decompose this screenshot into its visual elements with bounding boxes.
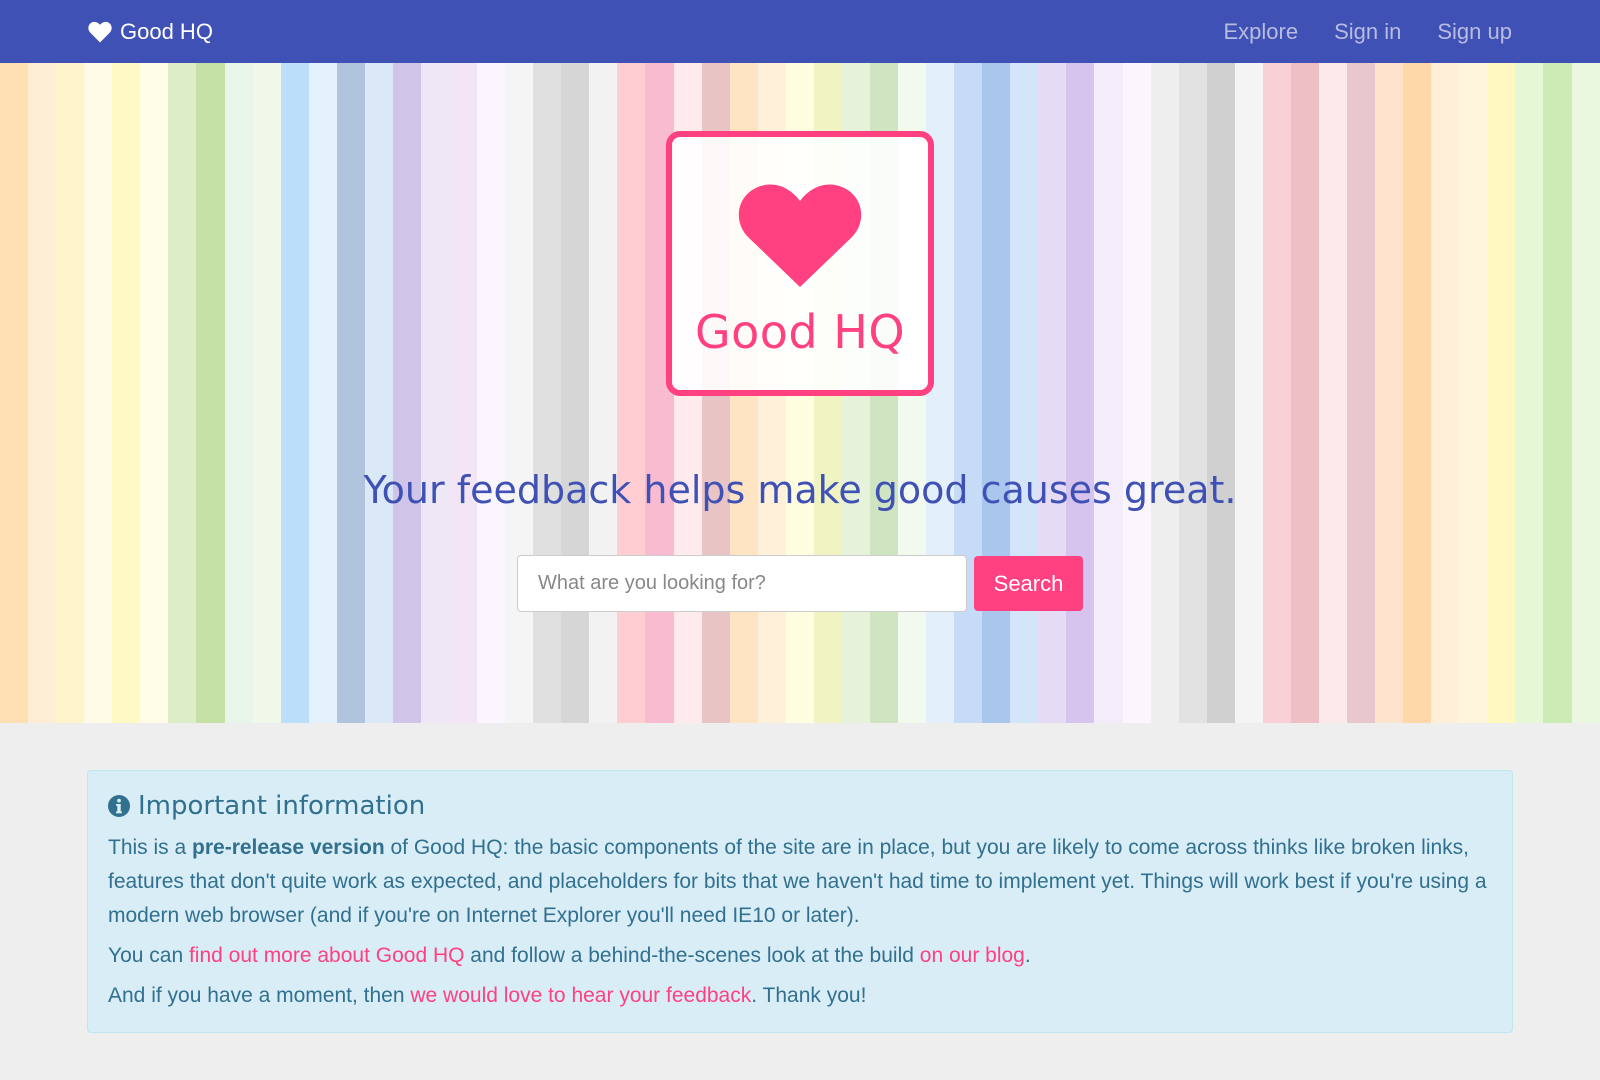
stripe xyxy=(336,63,365,723)
stripe xyxy=(1262,63,1291,723)
stripe xyxy=(140,63,169,723)
info-text: You can xyxy=(108,944,189,967)
info-heading-text: Important information xyxy=(138,791,426,821)
stripe xyxy=(617,63,646,723)
stripe xyxy=(1066,63,1095,723)
brand-link[interactable]: Good HQ xyxy=(88,19,213,45)
stripe xyxy=(364,63,393,723)
nav-sign-up-link[interactable]: Sign up xyxy=(1437,19,1512,45)
stripe xyxy=(1234,63,1263,723)
stripe xyxy=(1150,63,1179,723)
stripe xyxy=(1347,63,1376,723)
brand-label: Good HQ xyxy=(120,18,213,44)
stripe xyxy=(28,63,57,723)
search-form: Search xyxy=(517,555,1083,612)
info-text: This is a xyxy=(108,836,193,859)
info-text: . Thank you! xyxy=(751,984,867,1007)
info-text: And if you have a moment, then xyxy=(108,984,411,1007)
stripe xyxy=(982,63,1011,723)
stripe xyxy=(0,63,29,723)
stripe xyxy=(1487,63,1516,723)
stripe xyxy=(1459,63,1488,723)
nav-explore-link[interactable]: Explore xyxy=(1224,19,1299,45)
nav-sign-in-link[interactable]: Sign in xyxy=(1334,19,1401,45)
stripe xyxy=(1318,63,1347,723)
stripe xyxy=(308,63,337,723)
stripe xyxy=(112,63,141,723)
stripe xyxy=(533,63,562,723)
heart-icon xyxy=(88,21,112,42)
stripe xyxy=(168,63,197,723)
hero-tagline: Your feedback helps make good causes gre… xyxy=(363,468,1237,512)
hero-section: Good HQ Your feedback helps make good ca… xyxy=(0,63,1600,723)
prerelease-emphasis: pre-release version xyxy=(192,836,385,859)
info-paragraph-feedback: And if you have a moment, then we would … xyxy=(108,979,1492,1013)
stripe xyxy=(1403,63,1432,723)
stripe xyxy=(1038,63,1067,723)
stripe xyxy=(1515,63,1544,723)
info-text: and follow a behind-the-scenes look at t… xyxy=(464,944,920,967)
stripe xyxy=(1206,63,1235,723)
info-heading: Important information xyxy=(108,791,1492,821)
info-paragraph-links: You can find out more about Good HQ and … xyxy=(108,939,1492,973)
stripe xyxy=(589,63,618,723)
stripe xyxy=(1290,63,1319,723)
stripe xyxy=(1571,63,1600,723)
search-button[interactable]: Search xyxy=(974,556,1083,611)
stripe xyxy=(1543,63,1572,723)
logo-box: Good HQ xyxy=(666,131,934,396)
stripe xyxy=(1094,63,1123,723)
stripe xyxy=(224,63,253,723)
stripe xyxy=(449,63,478,723)
about-good-hq-link[interactable]: find out more about Good HQ xyxy=(189,944,465,967)
stripe xyxy=(561,63,590,723)
stripe xyxy=(196,63,225,723)
stripe xyxy=(420,63,449,723)
info-circle-icon xyxy=(108,795,130,817)
stripe xyxy=(280,63,309,723)
important-info-panel: Important information This is a pre-rele… xyxy=(87,770,1513,1033)
feedback-link[interactable]: we would love to hear your feedback xyxy=(410,984,751,1007)
nav-links: Explore Sign in Sign up xyxy=(1224,19,1513,45)
stripe xyxy=(1178,63,1207,723)
info-paragraph-prerelease: This is a pre-release version of Good HQ… xyxy=(108,831,1492,933)
search-input[interactable] xyxy=(517,555,967,612)
stripe xyxy=(505,63,534,723)
logo-text: Good HQ xyxy=(694,305,906,359)
stripe xyxy=(1431,63,1460,723)
stripe xyxy=(252,63,281,723)
stripe xyxy=(1375,63,1404,723)
top-navbar: Good HQ Explore Sign in Sign up xyxy=(0,0,1600,63)
stripe xyxy=(1010,63,1039,723)
stripe xyxy=(392,63,421,723)
stripe xyxy=(56,63,85,723)
stripe xyxy=(1122,63,1151,723)
blog-link[interactable]: on our blog xyxy=(920,944,1025,967)
heart-logo-icon xyxy=(738,184,862,287)
info-text: . xyxy=(1024,944,1031,967)
stripe xyxy=(954,63,983,723)
stripe xyxy=(84,63,113,723)
stripe xyxy=(477,63,506,723)
